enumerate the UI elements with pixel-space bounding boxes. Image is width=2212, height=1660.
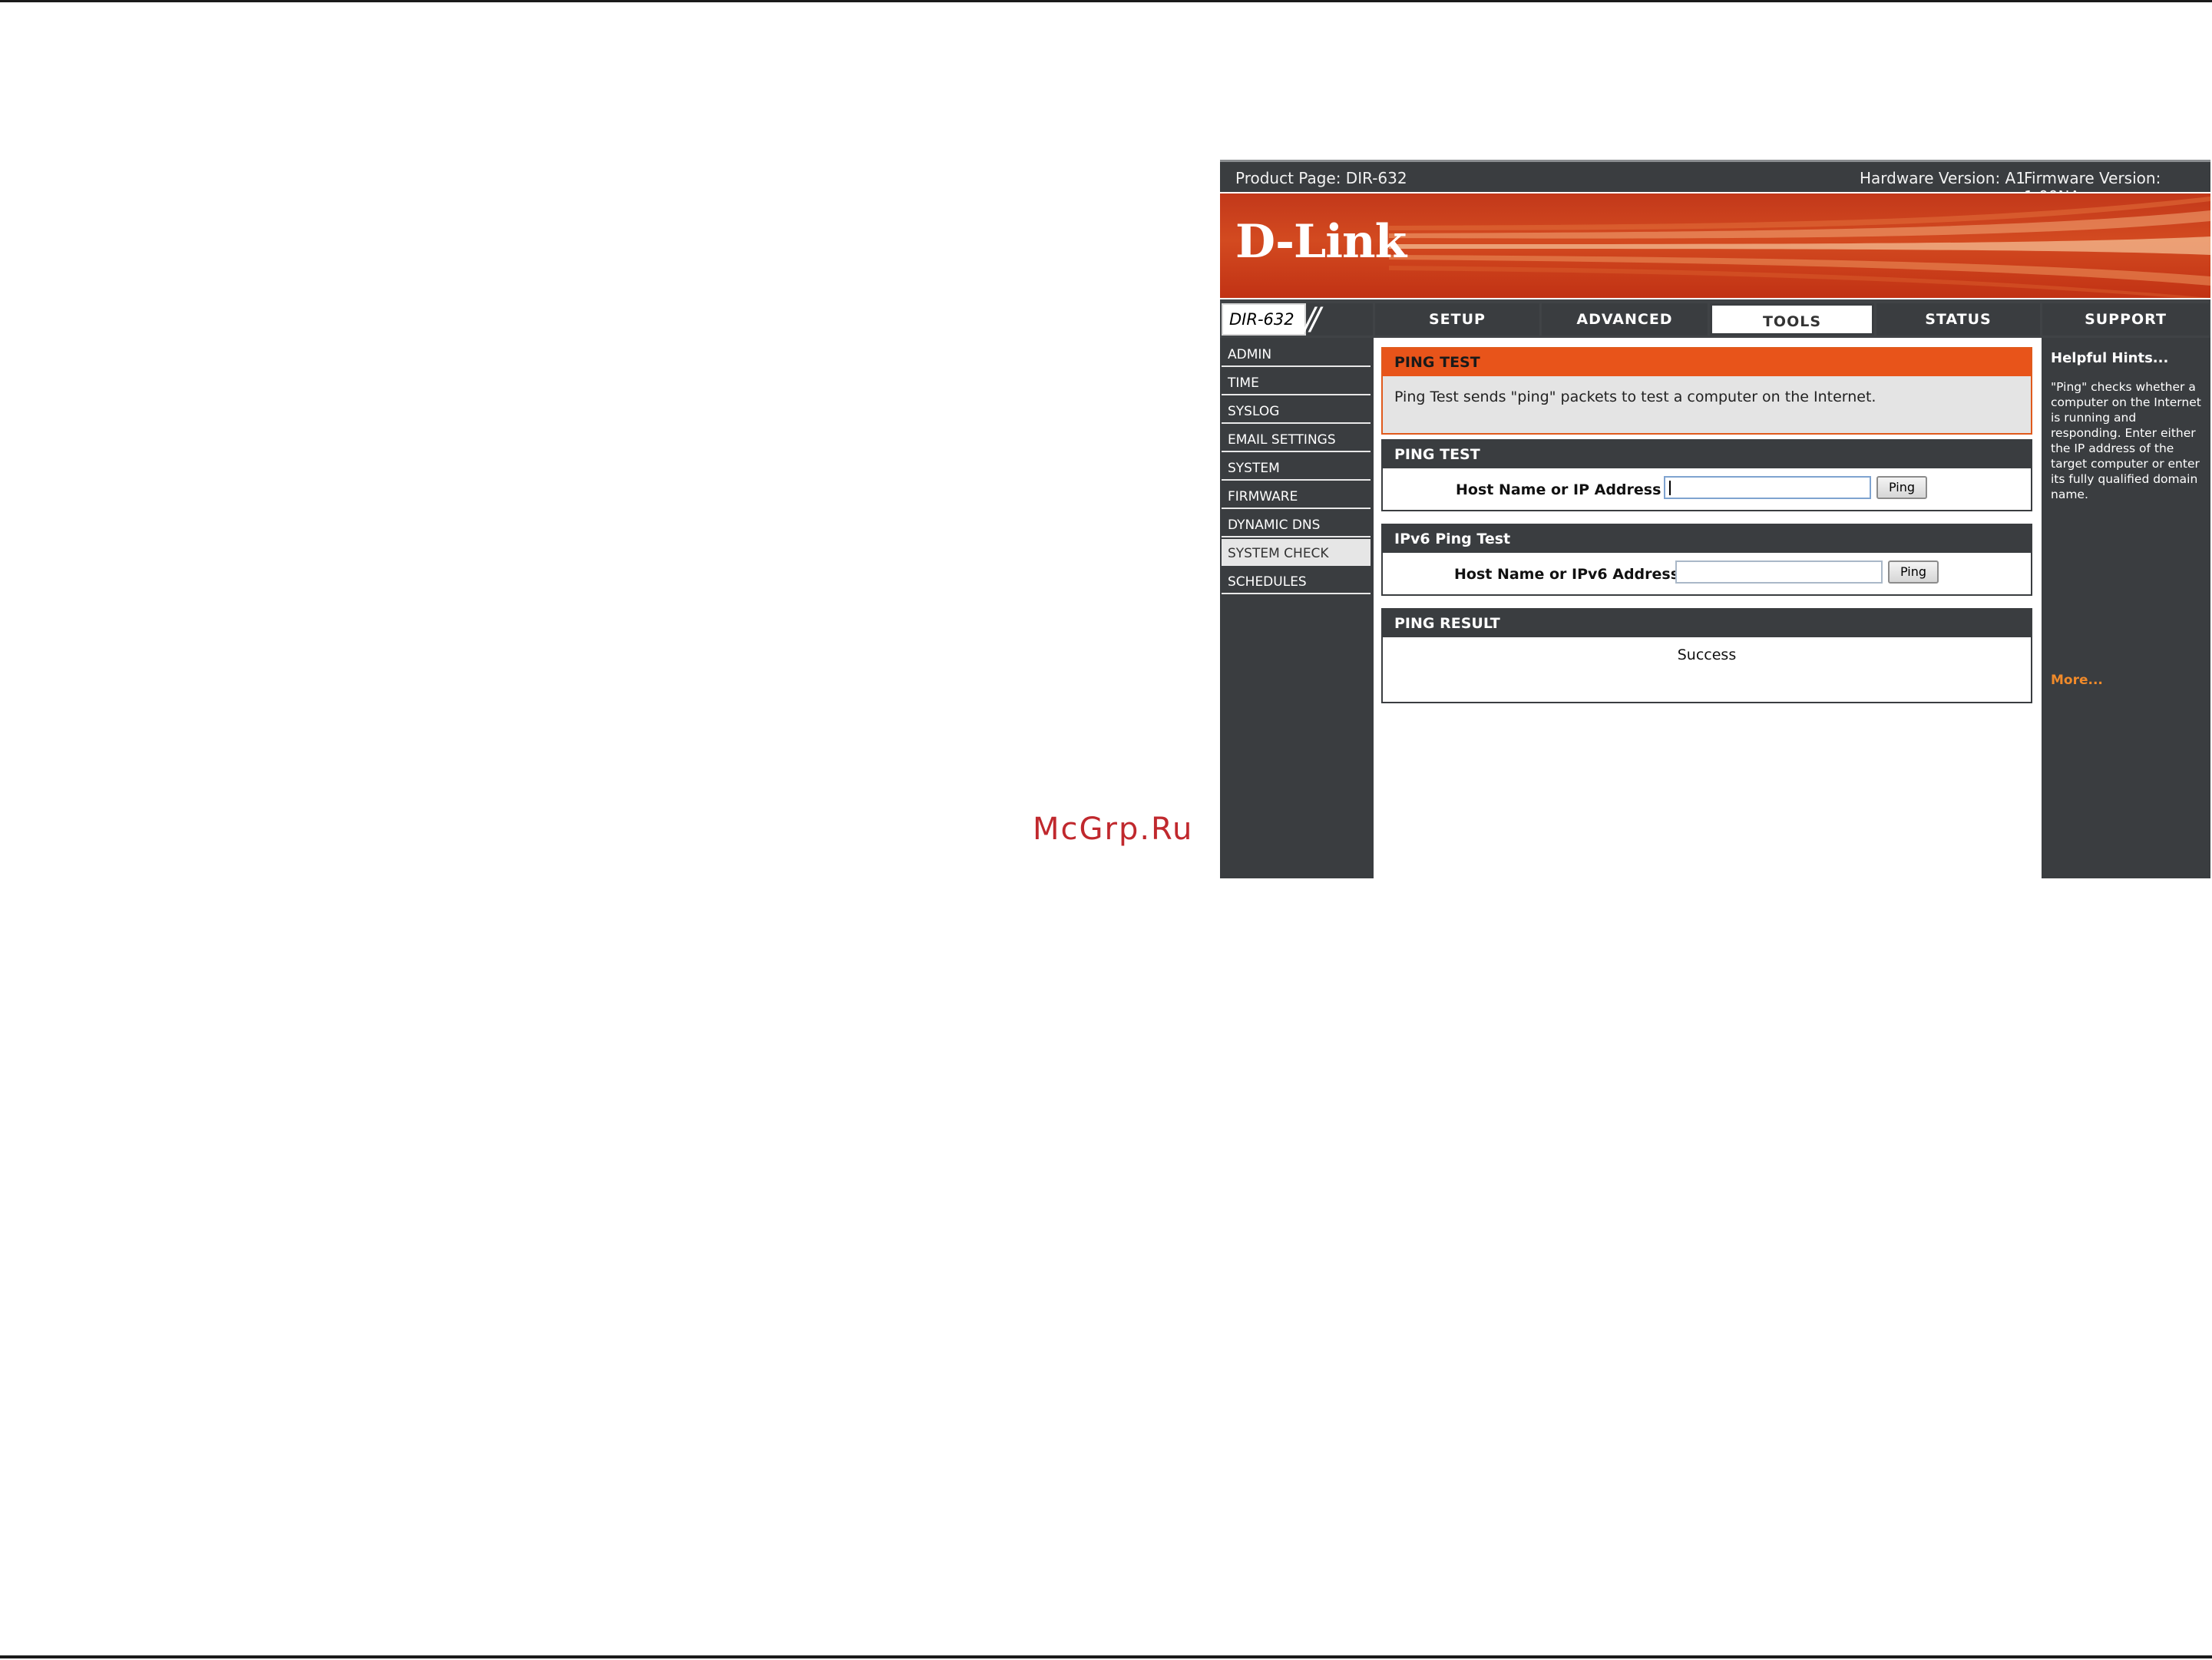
tab-advanced[interactable]: ADVANCED bbox=[1542, 303, 1708, 336]
main-nav: DIR-632 // SETUP ADVANCED TOOLS STATUS S… bbox=[1220, 299, 2210, 338]
ping-test-intro-panel: PING TEST Ping Test sends "ping" packets… bbox=[1381, 347, 2032, 435]
ping-host-label: Host Name or IP Address : bbox=[1456, 481, 1672, 498]
model-label: DIR-632 bbox=[1222, 303, 1306, 336]
ipv6-ping-title: IPv6 Ping Test bbox=[1383, 525, 2031, 553]
product-page-label: Product Page: DIR-632 bbox=[1235, 169, 1407, 187]
ipv6-host-input[interactable] bbox=[1675, 560, 1883, 584]
ping-host-input[interactable] bbox=[1664, 476, 1871, 499]
ping-result-panel: PING RESULT Success bbox=[1381, 608, 2032, 703]
ping-result-title: PING RESULT bbox=[1383, 610, 2031, 637]
intro-title: PING TEST bbox=[1383, 349, 2031, 376]
sidebar-item-system-check[interactable]: SYSTEM CHECK bbox=[1222, 539, 1371, 566]
sidebar-item-email-settings[interactable]: EMAIL SETTINGS bbox=[1222, 425, 1371, 452]
dlink-logo: D-Link bbox=[1235, 215, 1407, 269]
hints-title: Helpful Hints... bbox=[2051, 350, 2169, 366]
tab-status[interactable]: STATUS bbox=[1876, 303, 2040, 336]
ping-row: Host Name or IP Address : Ping bbox=[1383, 468, 2031, 510]
brand-banner: D-Link bbox=[1220, 193, 2210, 298]
model-badge: DIR-632 // bbox=[1222, 303, 1373, 336]
sidebar-item-firmware[interactable]: FIRMWARE bbox=[1222, 482, 1371, 509]
ipv6-host-label: Host Name or IPv6 Address : bbox=[1454, 566, 1691, 583]
ipv6-ping-button[interactable]: Ping bbox=[1888, 560, 1939, 584]
tab-tools[interactable]: TOOLS bbox=[1710, 303, 1874, 336]
sidebar: ADMIN TIME SYSLOG EMAIL SETTINGS SYSTEM … bbox=[1220, 338, 1374, 878]
hints-more-link[interactable]: More... bbox=[2051, 673, 2103, 688]
hardware-version-label: Hardware Version: A1 bbox=[1860, 169, 2025, 187]
sidebar-item-admin[interactable]: ADMIN bbox=[1222, 340, 1371, 367]
ping-button[interactable]: Ping bbox=[1876, 476, 1927, 499]
slash-decoration-icon: // bbox=[1304, 302, 1321, 337]
sidebar-item-dynamic-dns[interactable]: DYNAMIC DNS bbox=[1222, 511, 1371, 537]
main-content: PING TEST Ping Test sends "ping" packets… bbox=[1374, 338, 2040, 878]
ping-result-text: Success bbox=[1677, 646, 1737, 663]
router-admin-window: Product Page: DIR-632 Hardware Version: … bbox=[1220, 160, 2210, 878]
tab-setup[interactable]: SETUP bbox=[1375, 303, 1539, 336]
watermark-text: McGrp.Ru bbox=[1033, 812, 1194, 847]
ping-test-panel: PING TEST Host Name or IP Address : Ping bbox=[1381, 439, 2032, 511]
page-top-rule bbox=[0, 0, 2212, 2]
sidebar-item-syslog[interactable]: SYSLOG bbox=[1222, 397, 1371, 424]
ipv6-ping-row: Host Name or IPv6 Address : Ping bbox=[1383, 553, 2031, 594]
ping-test-title: PING TEST bbox=[1383, 441, 2031, 468]
intro-description: Ping Test sends "ping" packets to test a… bbox=[1383, 376, 2031, 433]
sidebar-item-schedules[interactable]: SCHEDULES bbox=[1222, 567, 1371, 594]
sidebar-item-system[interactable]: SYSTEM bbox=[1222, 454, 1371, 481]
page-bottom-rule bbox=[0, 1655, 2212, 1658]
tab-support[interactable]: SUPPORT bbox=[2042, 303, 2209, 336]
sidebar-item-time[interactable]: TIME bbox=[1222, 369, 1371, 395]
helpful-hints-panel: Helpful Hints... "Ping" checks whether a… bbox=[2042, 338, 2210, 878]
text-caret bbox=[1669, 481, 1671, 495]
hints-text: "Ping" checks whether a computer on the … bbox=[2051, 380, 2201, 501]
top-info-bar: Product Page: DIR-632 Hardware Version: … bbox=[1220, 160, 2210, 206]
ipv6-ping-panel: IPv6 Ping Test Host Name or IPv6 Address… bbox=[1381, 524, 2032, 596]
